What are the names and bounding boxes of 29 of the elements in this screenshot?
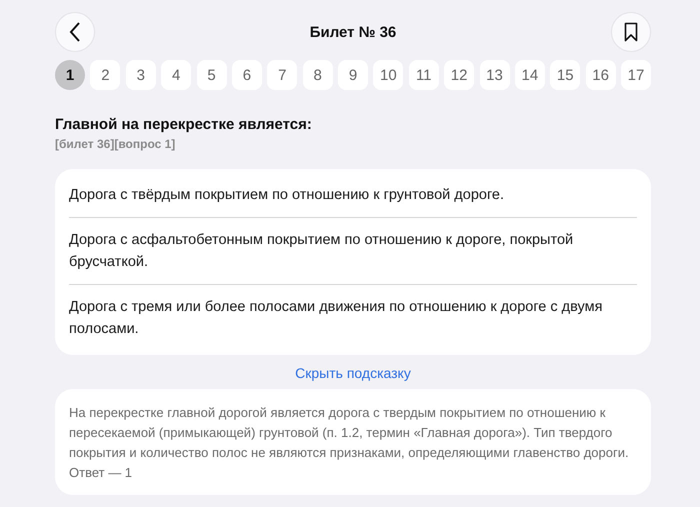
question-number-tab[interactable]: 4 <box>161 60 192 90</box>
question-tag: [билет 36][вопрос 1] <box>55 137 651 151</box>
bookmark-button[interactable] <box>610 12 651 52</box>
question-number-tab[interactable]: 1 <box>55 60 85 90</box>
question-number-tab[interactable]: 3 <box>126 60 156 90</box>
question-number-tab[interactable]: 16 <box>586 60 616 90</box>
answer-option[interactable]: Дорога с асфальтобетонным покрытием по отношению к дороге, покрытой брусчаткой. <box>69 217 637 284</box>
back-button[interactable] <box>55 12 95 52</box>
ticket-title: Билет № 36 <box>310 24 396 40</box>
question-number-tab[interactable]: 13 <box>480 60 510 90</box>
question-number-tab[interactable]: 14 <box>514 60 545 90</box>
question-number-tab[interactable]: 12 <box>444 60 474 90</box>
hide-hint-link[interactable]: Скрыть подсказку <box>295 365 411 381</box>
back-icon <box>69 22 81 42</box>
question-number-tab[interactable]: 17 <box>621 60 651 90</box>
answer-option[interactable]: Дорога с твёрдым покрытием по отношению к грунтовой дороге. <box>69 173 637 217</box>
bookmark-icon <box>624 22 638 42</box>
question-number-tab[interactable]: 8 <box>302 60 333 90</box>
question-number-tab[interactable]: 6 <box>232 60 262 90</box>
hint-text: На перекрестке главной дорогой является дорога с твердым покрытием по отношению к пересекаемой (примыкающей) грунтовой (п. 1.2, термин «Главная дорога»). Тип твердого покрытия и количество полос не являются признаками, определяющими главенство дороги. Ответ — 1 <box>55 389 651 495</box>
question-number-tab[interactable]: 15 <box>550 60 580 90</box>
question-text: Главной на перекрестке является: <box>55 116 313 133</box>
question-number-tab[interactable]: 7 <box>267 60 298 90</box>
question-number-tab[interactable]: 5 <box>196 60 226 90</box>
question-number-tab[interactable]: 10 <box>373 60 404 90</box>
question-number-tab[interactable]: 9 <box>338 60 368 90</box>
question-number-tab[interactable]: 11 <box>408 60 439 90</box>
answer-option[interactable]: Дорога с тремя или более полосами движения по отношению к дороге с двумя полосами. <box>69 284 637 351</box>
question-number-tab[interactable]: 2 <box>90 60 120 90</box>
